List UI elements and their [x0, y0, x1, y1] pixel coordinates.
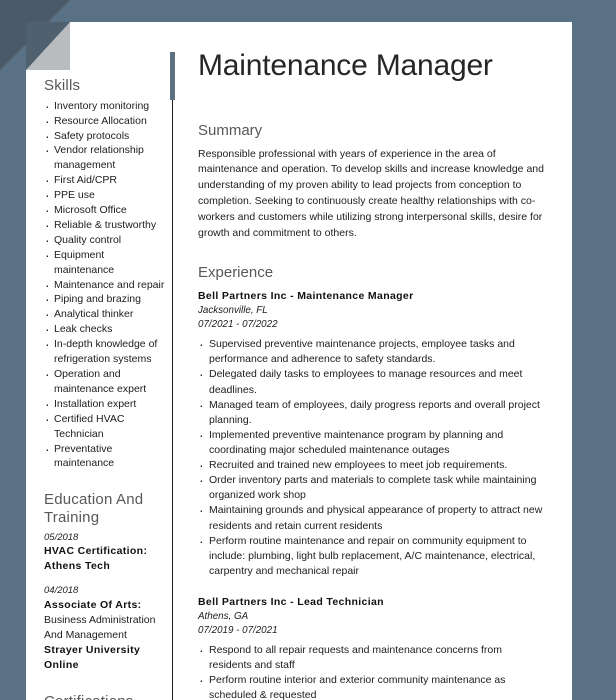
resume-columns: Skills Inventory monitoringResource Allo…: [26, 22, 572, 700]
skill-item: Leak checks: [44, 321, 166, 338]
experience-entry: Bell Partners Inc - Lead Technician Athen…: [198, 595, 546, 700]
education-field: Business Administration And Management: [44, 613, 156, 641]
summary-text: Responsible professional with years of e…: [198, 147, 544, 240]
skill-item: Quality control: [44, 232, 166, 249]
skill-item: Installation expert: [44, 396, 166, 413]
skill-item: Analytical thinker: [44, 306, 166, 323]
column-divider-rule: [172, 98, 173, 700]
resume-sheet: Skills Inventory monitoringResource Allo…: [26, 22, 572, 700]
job-location: Jacksonville, FL: [198, 305, 268, 317]
resume-viewport: Skills Inventory monitoringResource Allo…: [0, 0, 616, 700]
summary-section: Summary Responsible professional with ye…: [198, 122, 546, 243]
job-bullet: Implemented preventive maintenance progr…: [198, 427, 546, 458]
experience-section: Experience Bell Partners Inc - Maintenan…: [198, 264, 546, 700]
experience-entry: Bell Partners Inc - Maintenance Manager J…: [198, 289, 546, 579]
skills-list: Inventory monitoringResource AllocationS…: [44, 98, 166, 472]
job-bullet-list: Supervised preventive maintenance projec…: [198, 336, 546, 579]
certifications-heading: Certifications: [44, 693, 166, 700]
skill-item: Safety protocols: [44, 128, 166, 145]
education-degree: HVAC Certification:: [44, 545, 148, 558]
skill-item: Operation and maintenance expert: [44, 366, 166, 397]
education-date: 04/2018: [44, 585, 79, 597]
job-bullet: Recruited and trained new employees to m…: [198, 457, 546, 475]
skill-item: Equipment maintenance: [44, 247, 166, 278]
skills-heading: Skills: [44, 77, 81, 94]
skill-item: First Aid/CPR: [44, 172, 166, 189]
job-bullet: Supervised preventive maintenance projec…: [198, 336, 546, 367]
skill-item: Reliable & trustworthy: [44, 217, 166, 234]
education-date: 05/2018: [44, 531, 79, 543]
accent-bar: [170, 52, 175, 100]
skill-item: PPE use: [44, 187, 166, 204]
skill-item: Maintenance and repair: [44, 277, 166, 294]
skill-item: In-depth knowledge of refrigeration syst…: [44, 336, 166, 367]
education-list: 05/2018 HVAC Certification: Athens Tech 04/…: [44, 531, 166, 673]
job-bullet: Respond to all repair requests and maint…: [198, 642, 546, 673]
job-dates: 07/2021 - 07/2022: [198, 319, 278, 331]
job-location: Athens, GA: [198, 611, 249, 623]
skill-item: Inventory monitoring: [44, 98, 166, 115]
experience-list: Bell Partners Inc - Maintenance Manager J…: [198, 289, 546, 700]
job-dates: 07/2019 - 07/2021: [198, 625, 278, 637]
education-entry: 05/2018 HVAC Certification: Athens Tech: [44, 531, 166, 575]
skill-item: Piping and brazing: [44, 291, 166, 308]
skill-item: Certified HVAC Technician: [44, 411, 166, 442]
skill-item: Microsoft Office: [44, 202, 166, 219]
page-title: Maintenance Manager: [198, 49, 493, 82]
education-heading: Education And Training: [44, 491, 144, 527]
education-school: Strayer University Online: [44, 643, 141, 671]
job-bullet-list: Respond to all repair requests and maint…: [198, 642, 546, 700]
education-degree: Associate Of Arts:: [44, 599, 142, 612]
job-bullet: Delegated daily tasks to employees to ma…: [198, 366, 546, 397]
skill-item: Preventative maintenance: [44, 441, 166, 472]
sidebar: Skills Inventory monitoringResource Allo…: [26, 22, 174, 700]
summary-heading: Summary: [198, 121, 263, 139]
job-bullet: Perform routine maintenance and repair o…: [198, 533, 546, 579]
job-bullet: Managed team of employees, daily progres…: [198, 397, 546, 428]
skill-item: Vendor relationship management: [44, 142, 166, 173]
experience-heading: Experience: [198, 264, 274, 282]
main-column: Maintenance Manager Summary Responsible …: [174, 22, 572, 700]
job-heading: Bell Partners Inc - Lead Technician: [198, 596, 384, 608]
education-school: Athens Tech: [44, 560, 111, 573]
job-bullet: Maintaining grounds and physical appeara…: [198, 502, 546, 533]
job-bullet: Order inventory parts and materials to c…: [198, 472, 546, 503]
skill-item: Resource Allocation: [44, 113, 166, 130]
education-entry: 04/2018 Associate Of Arts: Business Admini…: [44, 584, 166, 672]
job-bullet: Perform routine interior and exterior co…: [198, 672, 546, 700]
job-heading: Bell Partners Inc - Maintenance Manager: [198, 290, 414, 303]
